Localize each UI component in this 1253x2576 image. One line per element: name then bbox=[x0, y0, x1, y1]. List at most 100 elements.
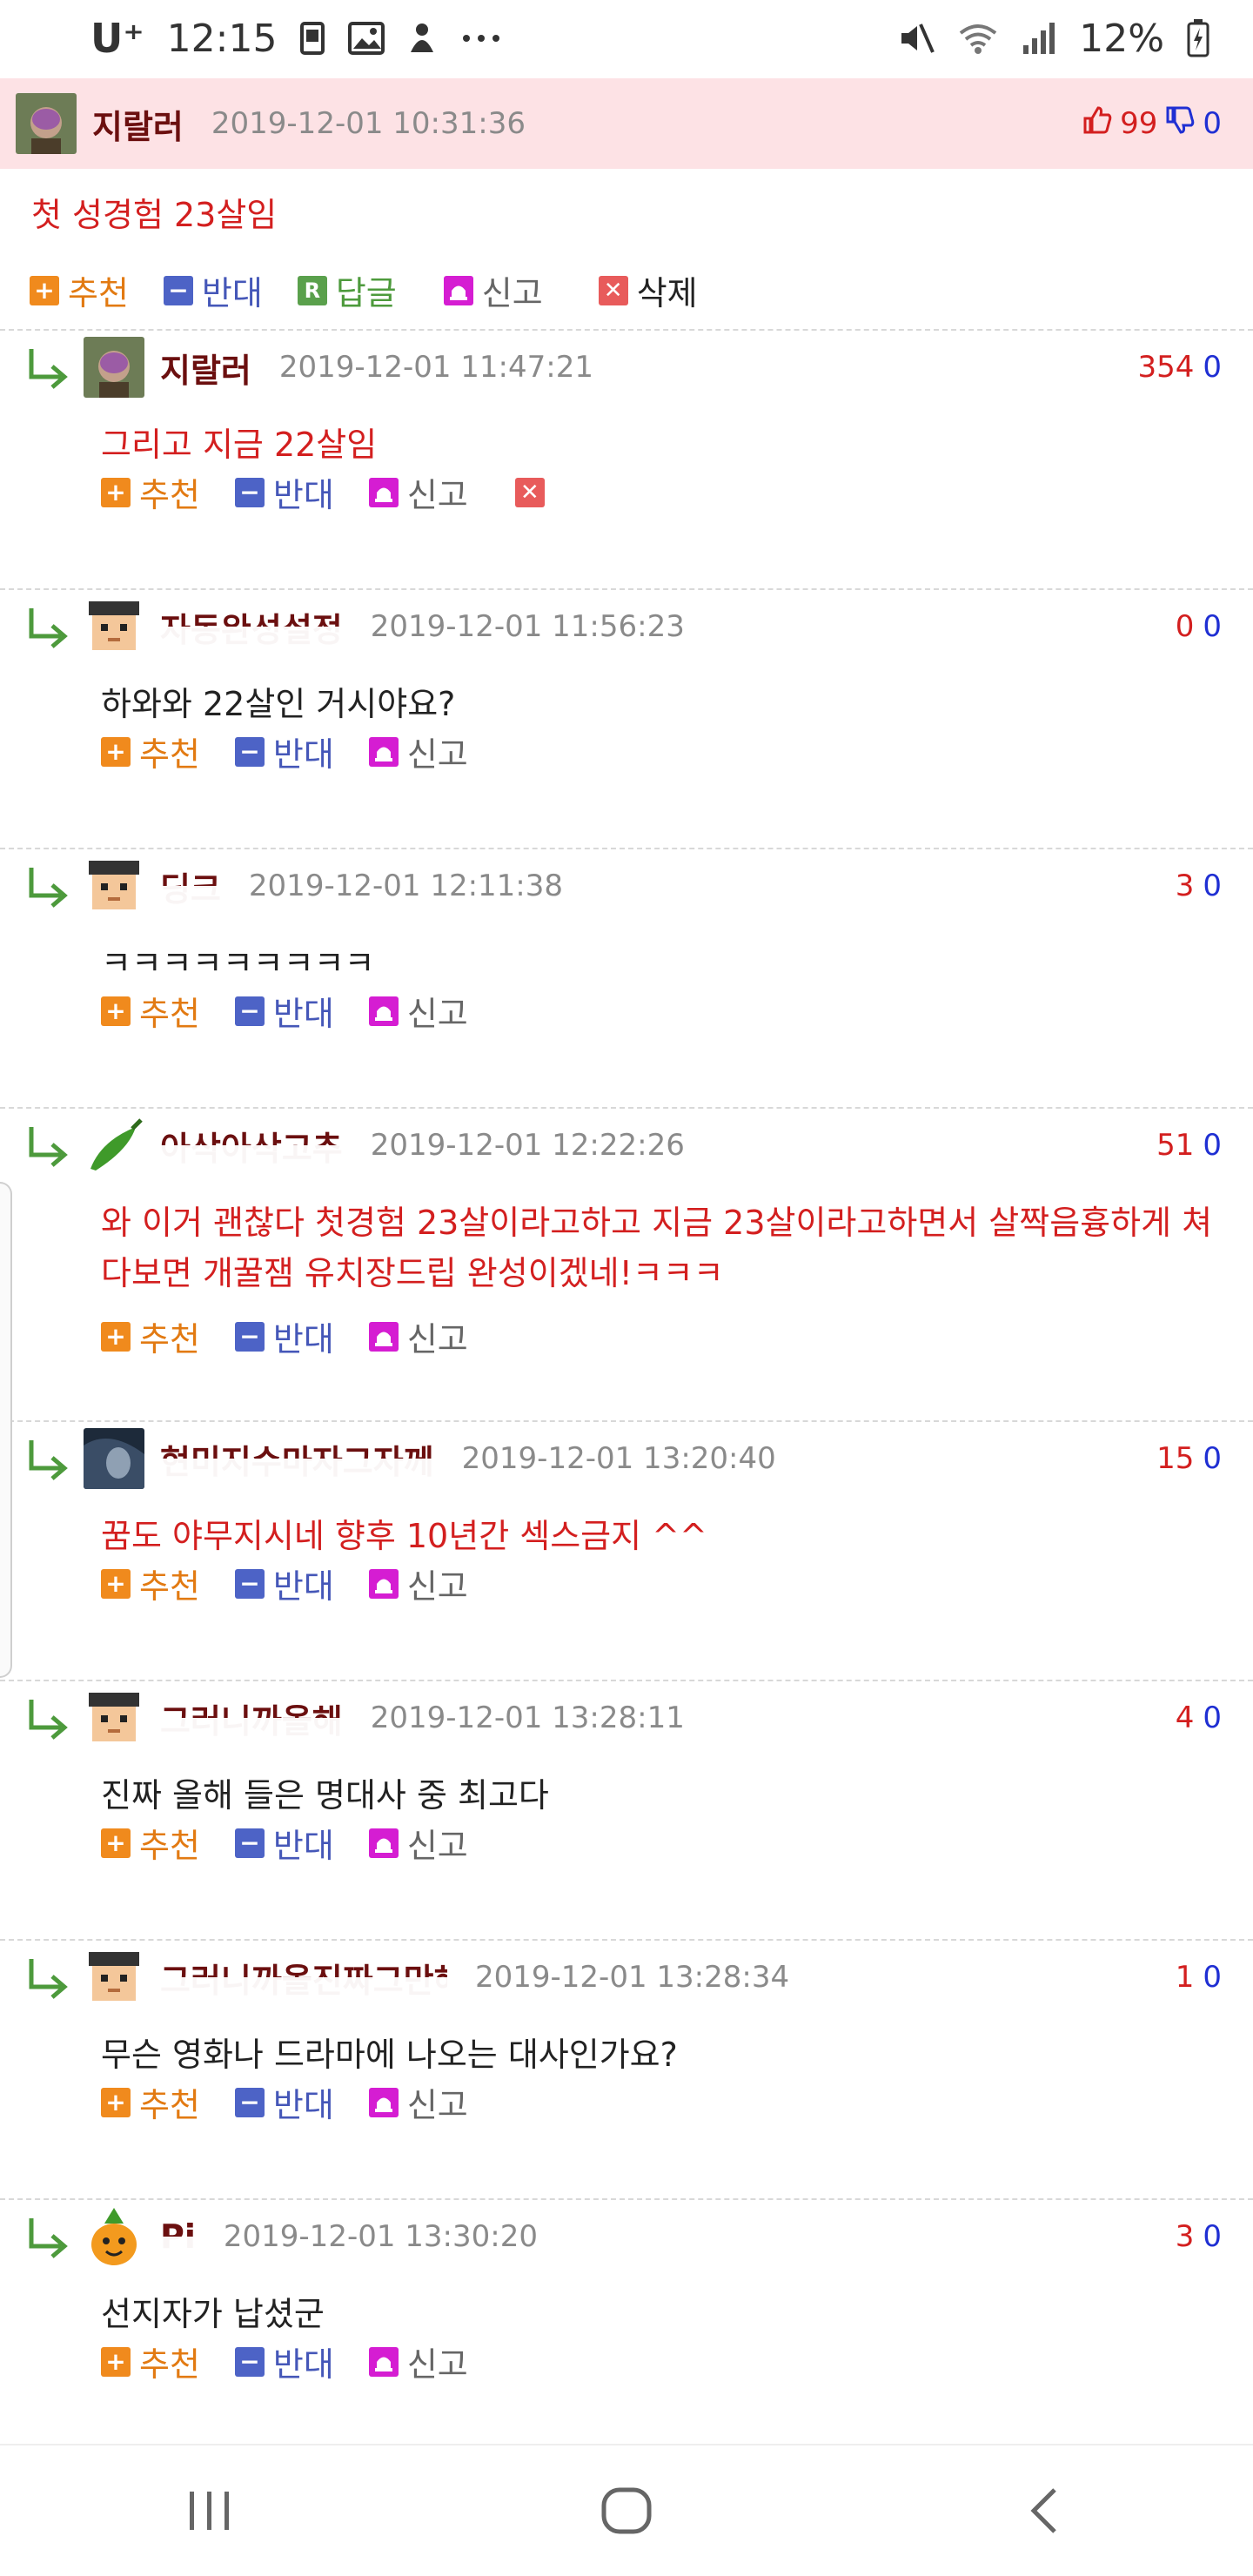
comment-header: 그러니까올해 2019-12-01 13:28:11 4 0 bbox=[0, 1683, 1253, 1753]
report-button[interactable]: 신고 bbox=[368, 728, 468, 775]
recommend-button[interactable]: + 추천 bbox=[101, 468, 200, 516]
back-icon[interactable] bbox=[992, 2467, 1096, 2554]
delete-button[interactable]: ✕ bbox=[514, 477, 553, 507]
avatar[interactable] bbox=[84, 855, 144, 916]
comment-item: 그러니까올진짜그만해 2019-12-01 13:28:34 1 0 무슨 영화나 드라… bbox=[0, 1942, 1253, 2195]
comment-up-count: 3 bbox=[1175, 869, 1195, 903]
siren-icon bbox=[368, 1828, 399, 1858]
comment-author[interactable]: 현미지수마자그자께 bbox=[160, 1435, 434, 1483]
report-button[interactable]: 신고 bbox=[368, 987, 468, 1035]
oppose-button[interactable]: − 반대 bbox=[234, 1312, 334, 1360]
oppose-button[interactable]: − 반대 bbox=[234, 2078, 334, 2126]
bixby-icon bbox=[407, 21, 437, 56]
comment-author[interactable]: 지랄러 bbox=[160, 344, 251, 392]
recommend-label: 추천 bbox=[139, 995, 200, 1033]
comment-author[interactable]: 자동완성설정 bbox=[160, 603, 343, 651]
comment-author[interactable]: 아삭아삭고추 bbox=[160, 1122, 343, 1170]
status-bar: U⁺ 12:15 12% bbox=[0, 0, 1253, 77]
recommend-button[interactable]: + 추천 bbox=[101, 2078, 200, 2126]
comment-author[interactable]: 그러니까올해 bbox=[160, 1694, 343, 1742]
reply-arrow-icon bbox=[29, 608, 68, 648]
comment-item: Pi 2019-12-01 13:30:20 3 0 선지자가 납셨군 + 추천 − 반대 신고 bbox=[0, 2202, 1253, 2454]
comment-down-count: 0 bbox=[1203, 609, 1222, 644]
recommend-button[interactable]: + 추천 bbox=[30, 266, 129, 314]
report-button[interactable]: 신고 bbox=[368, 2078, 468, 2126]
oppose-button[interactable]: − 반대 bbox=[234, 987, 334, 1035]
recent-apps-icon[interactable] bbox=[157, 2467, 261, 2554]
recommend-button[interactable]: + 추천 bbox=[101, 2338, 200, 2385]
comment-header: Pi 2019-12-01 13:30:20 3 0 bbox=[0, 2202, 1253, 2271]
report-label: 신고 bbox=[406, 735, 468, 774]
reply-arrow-icon bbox=[29, 868, 68, 908]
delete-button[interactable]: ✕ 삭제 bbox=[598, 266, 698, 314]
report-label: 신고 bbox=[406, 1320, 468, 1358]
report-button[interactable]: 신고 bbox=[368, 468, 468, 516]
comment-header: 아삭아삭고추 2019-12-01 12:22:26 51 0 bbox=[0, 1110, 1253, 1180]
comment-header: 현미지수마자그자께 2019-12-01 13:20:40 15 0 bbox=[0, 1424, 1253, 1493]
comment-timestamp: 2019-12-01 13:28:34 bbox=[475, 1960, 790, 1995]
thumbs-up-icon[interactable] bbox=[1082, 104, 1113, 144]
report-button[interactable]: 신고 bbox=[368, 2338, 468, 2385]
siren-icon bbox=[368, 736, 399, 767]
comment-up-count: 3 bbox=[1175, 2219, 1195, 2254]
recommend-button[interactable]: + 추천 bbox=[101, 1560, 200, 1607]
avatar[interactable] bbox=[84, 1687, 144, 1748]
report-button[interactable]: 신고 bbox=[368, 1819, 468, 1867]
report-label: 신고 bbox=[406, 1567, 468, 1606]
oppose-button[interactable]: − 반대 bbox=[234, 468, 334, 516]
oppose-label: 반대 bbox=[201, 274, 263, 312]
more-icon bbox=[459, 21, 503, 56]
avatar[interactable] bbox=[84, 2206, 144, 2267]
avatar[interactable] bbox=[84, 1947, 144, 2008]
avatar[interactable] bbox=[84, 1115, 144, 1176]
minus-icon: − bbox=[234, 2087, 265, 2117]
recommend-label: 추천 bbox=[139, 735, 200, 774]
report-button[interactable]: 신고 bbox=[443, 266, 543, 314]
avatar[interactable] bbox=[84, 337, 144, 398]
avatar[interactable] bbox=[84, 596, 144, 657]
comment-down-count: 0 bbox=[1203, 869, 1222, 903]
reply-button[interactable]: R 답글 bbox=[297, 266, 397, 314]
comment-votes: 30 bbox=[1176, 2219, 1222, 2254]
comment-author[interactable]: 딩크 bbox=[160, 862, 221, 910]
close-icon: ✕ bbox=[598, 275, 628, 305]
recommend-button[interactable]: + 추천 bbox=[101, 987, 200, 1035]
report-button[interactable]: 신고 bbox=[368, 1312, 468, 1360]
post-author[interactable]: 지랄러 bbox=[92, 100, 184, 148]
post-up-count: 99 bbox=[1120, 106, 1158, 141]
oppose-button[interactable]: − 반대 bbox=[234, 1819, 334, 1867]
scroll-handle[interactable] bbox=[0, 1182, 12, 1678]
recommend-button[interactable]: + 추천 bbox=[101, 1819, 200, 1867]
oppose-button[interactable]: − 반대 bbox=[163, 266, 263, 314]
comment-item: 그러니까올해 2019-12-01 13:28:11 4 0 진짜 올해 들은 명대사 … bbox=[0, 1683, 1253, 1935]
plus-icon: + bbox=[101, 736, 131, 767]
thumbs-down-icon[interactable] bbox=[1164, 104, 1196, 144]
battery-percent: 12% bbox=[1079, 16, 1164, 61]
minus-icon: − bbox=[163, 275, 193, 305]
avatar[interactable] bbox=[16, 93, 77, 154]
comment-text: ㅋㅋㅋㅋㅋㅋㅋㅋㅋ bbox=[101, 944, 375, 983]
avatar[interactable] bbox=[84, 1428, 144, 1489]
comment-author[interactable]: 그러니까올진짜그만해 bbox=[160, 1954, 447, 2002]
recommend-button[interactable]: + 추천 bbox=[101, 1312, 200, 1360]
comment-down-count: 0 bbox=[1203, 350, 1222, 385]
recommend-label: 추천 bbox=[139, 476, 200, 514]
report-button[interactable]: 신고 bbox=[368, 1560, 468, 1607]
home-icon[interactable] bbox=[574, 2467, 679, 2554]
oppose-label: 반대 bbox=[272, 1567, 334, 1606]
oppose-button[interactable]: − 반대 bbox=[234, 728, 334, 775]
oppose-button[interactable]: − 반대 bbox=[234, 2338, 334, 2385]
post-actions: + 추천 − 반대 R 답글 신고 ✕ 삭제 bbox=[30, 266, 733, 314]
oppose-button[interactable]: − 반대 bbox=[234, 1560, 334, 1607]
comment-divider bbox=[0, 2198, 1253, 2200]
comment-votes: 51 0 bbox=[1156, 1128, 1222, 1163]
comment-actions: + 추천 − 반대 신고 bbox=[101, 728, 503, 775]
signal-icon bbox=[1022, 21, 1056, 56]
image-icon bbox=[348, 21, 385, 56]
comment-author[interactable]: Pi bbox=[160, 2217, 196, 2256]
recommend-button[interactable]: + 추천 bbox=[101, 728, 200, 775]
comment-timestamp: 2019-12-01 13:30:20 bbox=[223, 2219, 538, 2254]
minus-icon: − bbox=[234, 1568, 265, 1599]
plus-icon: + bbox=[101, 2346, 131, 2377]
comment-actions: + 추천 − 반대 신고 ✕ bbox=[101, 468, 588, 516]
